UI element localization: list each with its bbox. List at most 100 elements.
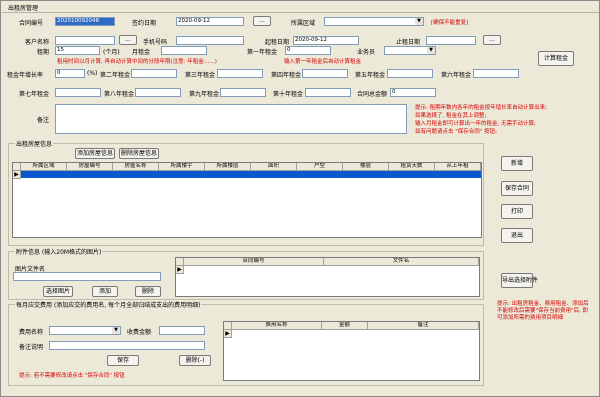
tip-line-2: 如果选择了, 租金在其上调整; (415, 113, 487, 119)
fees-table[interactable]: 费用名称 金额 备注 ▶ (223, 321, 480, 381)
growth-rate-label: 租金年增长率 (7, 72, 44, 79)
rooms-table[interactable]: 所属区域 房屋编号 房屋名称 所属楼宇 所属楼层 面积 户型 楼层 租赁天数 从上年租 ▶ (12, 162, 482, 238)
dropdown-arrow-icon[interactable]: ▼ (112, 327, 120, 334)
mobile-input[interactable] (176, 36, 244, 45)
current-row-indicator-icon: ▶ (176, 266, 184, 274)
delete-attachment-button[interactable]: 删除 (135, 286, 161, 297)
y6-label: 第六年租金 (441, 72, 472, 79)
y5-input[interactable] (387, 69, 433, 78)
y2-input[interactable] (131, 69, 177, 78)
save-fee-button[interactable]: 保存 (107, 355, 139, 366)
fee-remark-input[interactable] (49, 341, 205, 350)
main-window: 出租房管理 合同编号 202010092048 签约日期 2020-09-12 … (0, 0, 600, 397)
clerk-select[interactable]: ▼ (384, 46, 436, 55)
area-select[interactable]: ▼ (324, 17, 424, 26)
end-date-input[interactable] (426, 36, 476, 45)
total-label: 合同总金额 (357, 91, 388, 98)
amount-input[interactable] (159, 326, 205, 335)
attach-group-title: 附件信息 (输入20M格式的图片) (15, 247, 103, 256)
column-header: 费用名称 (232, 322, 322, 330)
delete-fee-button[interactable]: 删除(-) (179, 355, 211, 366)
growth-pct: (%) (87, 70, 98, 77)
monthly-rent-input[interactable] (161, 46, 207, 55)
fees-group-title: 每月应交费用 (添加应交的费用名, 每个月全部归结成支出的费用明细) (15, 300, 202, 309)
total-input[interactable]: 0 (390, 88, 436, 97)
y4-label: 第四年租金 (271, 72, 302, 79)
fee-side-tip: 提示: 出租房租金、费用租金、添加后不能修改后需要"保存当前费用"后, 即可添加… (497, 301, 589, 321)
column-header: 所属楼层 (205, 163, 251, 171)
first-rent-note: 输入第一年租金后自动计算租金 (284, 59, 362, 65)
contract-no-input[interactable]: 202010092048 (55, 17, 115, 26)
y7-label: 第七年租金 (19, 91, 50, 98)
dup-note: [确保不能重复] (431, 20, 469, 26)
column-header: 面积 (251, 163, 297, 171)
fee-name-select[interactable]: ▼ (49, 326, 121, 335)
y5-label: 第五年租金 (355, 72, 386, 79)
save-contract-button[interactable]: 保存合同 (501, 181, 533, 196)
amount-label: 收费金额 (127, 329, 152, 336)
tenant-browse-button[interactable]: ... (119, 35, 137, 45)
y3-input[interactable] (217, 69, 263, 78)
column-header: 备注 (368, 322, 479, 330)
growth-rate-input[interactable]: 0 (55, 69, 85, 78)
sign-date-label: 签约日期 (132, 20, 157, 27)
fee-remark-label: 备注说明 (19, 344, 44, 351)
new-button[interactable]: 新增 (501, 156, 533, 171)
remark-label: 备注 (37, 117, 50, 124)
lease-unit: (个月) (103, 49, 120, 56)
row-header-corner (176, 258, 184, 266)
end-date-label: 止租日期 (396, 39, 421, 46)
tenant-label: 客户名称 (25, 39, 50, 46)
sign-date-picker-button[interactable]: ... (253, 16, 271, 26)
end-date-picker-button[interactable]: ... (483, 35, 501, 45)
y4-input[interactable] (302, 69, 348, 78)
tenant-input[interactable] (55, 36, 115, 45)
exit-button[interactable]: 退出 (501, 228, 533, 243)
calc-rent-button[interactable]: 计算租金 (538, 51, 574, 66)
lease-label: 租期 (37, 49, 50, 56)
y3-label: 第三年租金 (185, 72, 216, 79)
dropdown-arrow-icon[interactable]: ▼ (427, 47, 435, 54)
print-button[interactable]: 打印 (501, 204, 533, 219)
row-header-corner (13, 163, 21, 171)
y8-input[interactable] (135, 88, 181, 97)
first-year-rent-label: 第一年租金 (247, 49, 278, 56)
export-attachment-button[interactable]: 导出选择附件 (501, 273, 538, 288)
tip-line-4: 如有问题请点击 "保存合同" 按钮。 (415, 129, 501, 135)
attach-table[interactable]: 合同编号 文件名 ▶ (175, 257, 480, 297)
fee-name-label: 费用名称 (19, 329, 44, 336)
first-year-rent-input[interactable]: 0 (285, 46, 331, 55)
lease-input[interactable]: 15 (55, 46, 100, 55)
lease-note: 租用时间以月计算, 再自动计算中间的分段年限(注意: 年租金……) (57, 59, 217, 65)
y6-input[interactable] (473, 69, 519, 78)
add-room-button[interactable]: 添加房屋信息 (75, 148, 115, 159)
mobile-label: 手机号码 (143, 39, 168, 46)
choose-image-button[interactable]: 选择图片 (43, 286, 73, 297)
column-header: 楼层 (343, 163, 389, 171)
house-label: 所属区域 (291, 20, 316, 27)
image-file-input[interactable] (13, 272, 161, 281)
y2-label: 第二年租金 (100, 72, 131, 79)
column-header: 所属楼宇 (159, 163, 205, 171)
tip-line-3: 输入月租金即可计算出一年的租金, 无需手动计算; (415, 121, 536, 127)
remark-textarea[interactable] (55, 104, 407, 134)
column-header: 租赁天数 (389, 163, 435, 171)
fee-tip: 提示: 若不需要修改请点击 "保存合同" 按钮 (19, 373, 125, 379)
row-header-corner (224, 322, 232, 330)
y7-input[interactable] (55, 88, 101, 97)
y9-label: 第九年租金 (189, 91, 220, 98)
contract-no-label: 合同编号 (19, 20, 44, 27)
column-header: 从上年租 (435, 163, 481, 171)
add-attachment-button[interactable]: 添加 (92, 286, 118, 297)
current-row-indicator-icon: ▶ (13, 171, 21, 179)
column-header: 房屋名称 (113, 163, 159, 171)
tip-line-1: 提示: 租期年数内各年的租金按年增长率自动计算出来; (415, 105, 547, 111)
y9-input[interactable] (220, 88, 266, 97)
title-bar: 出租房管理 (2, 2, 599, 13)
y10-input[interactable] (305, 88, 351, 97)
start-date-input[interactable]: 2020-09-12 (293, 36, 359, 45)
delete-room-button[interactable]: 删除房屋信息 (119, 148, 159, 159)
sign-date-input[interactable]: 2020-09-12 (176, 17, 244, 26)
table-row[interactable] (21, 171, 481, 178)
dropdown-arrow-icon[interactable]: ▼ (415, 18, 423, 25)
